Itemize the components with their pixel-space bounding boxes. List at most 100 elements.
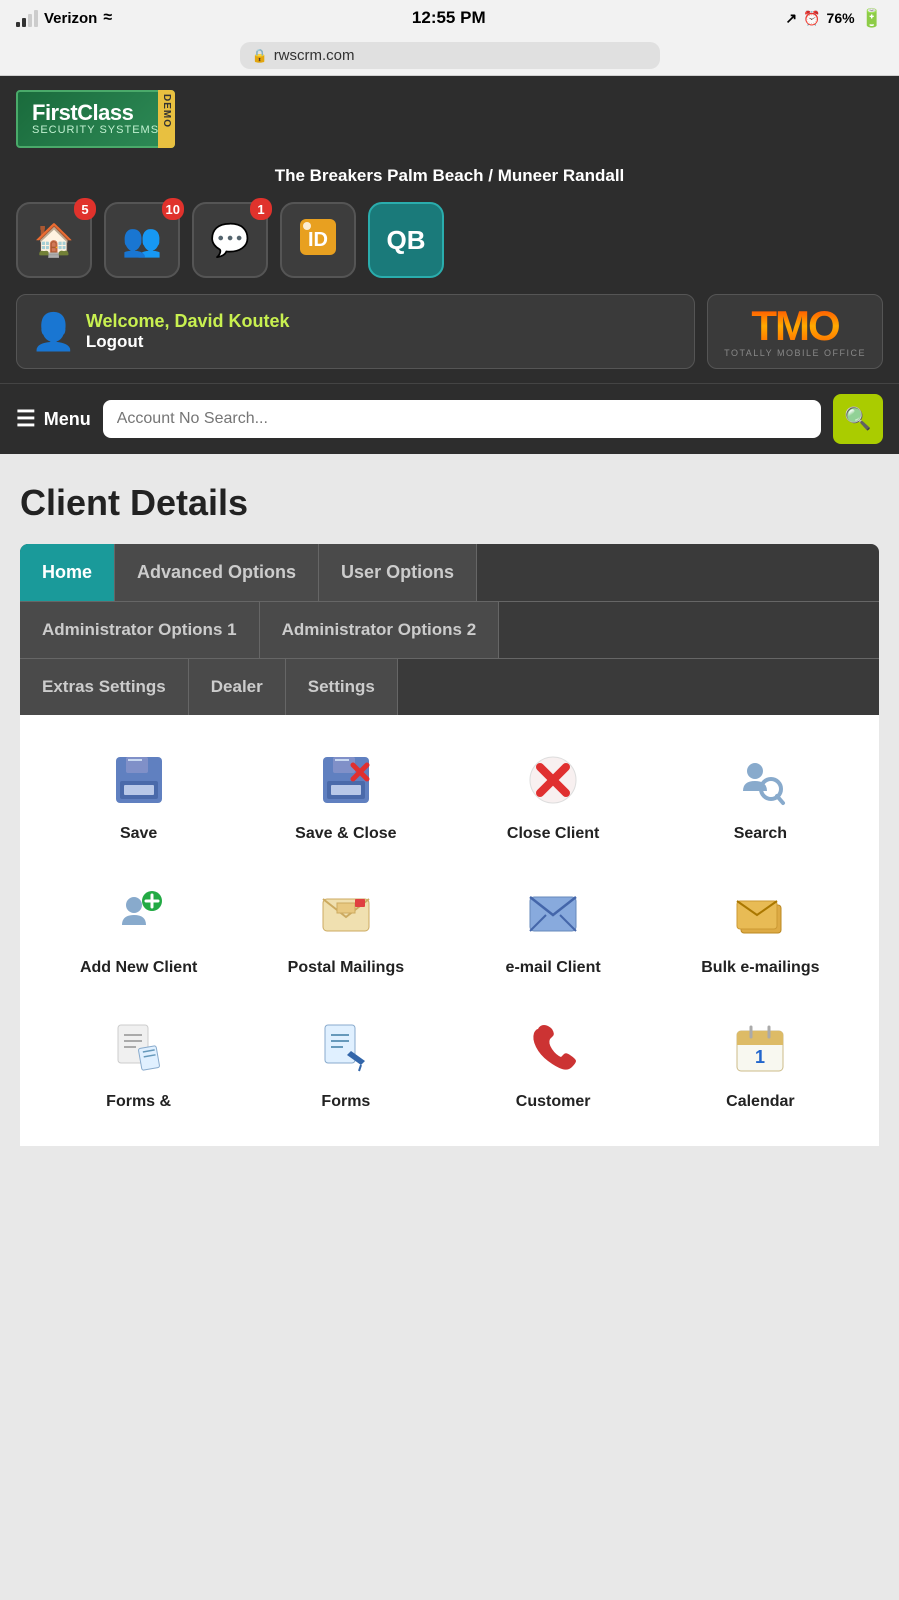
search-button[interactable]: 🔍: [833, 394, 883, 444]
logout-text[interactable]: Logout: [86, 332, 290, 352]
logo-text-sub: Security Systems: [32, 124, 159, 136]
icon-grid: 🏠 5 👥 10 💬 1 ID QB: [16, 202, 883, 278]
chat-badge: 1: [250, 198, 272, 220]
status-left: Verizon ≈: [16, 9, 112, 27]
action-save[interactable]: Save: [40, 735, 237, 859]
signal-bars: [16, 10, 38, 27]
chat-icon-btn[interactable]: 💬 1: [192, 202, 268, 278]
battery-label: 76%: [827, 10, 855, 26]
action-grid: Save Save: [40, 735, 859, 1126]
action-search[interactable]: Search: [662, 735, 859, 859]
tab-admin-options-2[interactable]: Administrator Options 2: [260, 602, 500, 658]
carrier-label: Verizon: [44, 10, 97, 27]
tmo-subtitle: TOTALLY MOBILE OFFICE: [724, 349, 866, 358]
action-forms[interactable]: Forms: [247, 1003, 444, 1127]
tabs-row-3: Extras Settings Dealer Settings: [20, 658, 879, 715]
action-postal-label: Postal Mailings: [288, 958, 404, 979]
action-calendar-label: Calendar: [726, 1092, 794, 1113]
tabs-row-1: Home Advanced Options User Options: [20, 544, 879, 601]
welcome-tmo-row: 👤 Welcome, David Koutek Logout TMO TOTAL…: [16, 294, 883, 369]
home-icon: 🏠: [34, 221, 74, 259]
action-calendar[interactable]: 1 Calendar: [662, 1003, 859, 1127]
welcome-text-group: Welcome, David Koutek Logout: [86, 311, 290, 352]
action-close-client[interactable]: Close Client: [455, 735, 652, 859]
close-client-icon: [526, 753, 580, 816]
svg-text:1: 1: [755, 1047, 765, 1067]
main-content: Client Details Home Advanced Options Use…: [0, 454, 899, 1166]
chat-icon: 💬: [210, 221, 250, 259]
tab-dealer[interactable]: Dealer: [189, 659, 286, 715]
qb-icon: QB: [387, 225, 426, 256]
action-add-new-client-label: Add New Client: [80, 958, 197, 979]
group-icon-btn[interactable]: 👥 10: [104, 202, 180, 278]
calendar-icon: 1: [733, 1021, 787, 1084]
home-badge: 5: [74, 198, 96, 220]
callerid-icon-btn[interactable]: ID: [280, 202, 356, 278]
action-email-label: e-mail Client: [506, 958, 601, 979]
save-close-icon: [319, 753, 373, 816]
customer-phone-icon: [526, 1021, 580, 1084]
battery-icon: 🔋: [861, 8, 883, 29]
logo-area: FirstClass Security Systems DEMO: [16, 90, 883, 148]
tmo-logo: TMO TOTALLY MOBILE OFFICE: [724, 305, 866, 358]
hamburger-icon: ☰: [16, 406, 36, 432]
tab-admin-options-1[interactable]: Administrator Options 1: [20, 602, 260, 658]
avatar-icon: 👤: [31, 311, 76, 353]
tab-extras-settings[interactable]: Extras Settings: [20, 659, 189, 715]
app-header: FirstClass Security Systems DEMO The Bre…: [0, 76, 899, 383]
add-client-icon: [112, 887, 166, 950]
tabs-container: Home Advanced Options User Options Admin…: [20, 544, 879, 1146]
postal-icon: [319, 887, 373, 950]
action-forms-pencil-label: Forms &: [106, 1092, 171, 1113]
action-bulk-label: Bulk e-mailings: [701, 958, 819, 979]
time-display: 12:55 PM: [412, 8, 486, 28]
location-icon: ↗: [785, 10, 797, 27]
tab-advanced-options[interactable]: Advanced Options: [115, 544, 319, 601]
home-icon-btn[interactable]: 🏠 5: [16, 202, 92, 278]
tab-home[interactable]: Home: [20, 544, 115, 601]
account-search-input[interactable]: [103, 400, 821, 438]
page-title: Client Details: [20, 482, 879, 524]
url-bar-inner[interactable]: 🔒 rwscrm.com: [240, 42, 660, 69]
lock-icon: 🔒: [252, 48, 268, 64]
action-add-new-client[interactable]: Add New Client: [40, 869, 237, 993]
action-save-close[interactable]: Save & Close: [247, 735, 444, 859]
tab-user-options[interactable]: User Options: [319, 544, 477, 601]
status-bar: Verizon ≈ 12:55 PM ↗ ⏰ 76% 🔋: [0, 0, 899, 36]
action-postal-mailings[interactable]: Postal Mailings: [247, 869, 444, 993]
search-person-icon: [733, 753, 787, 816]
menu-bar: ☰ Menu 🔍: [0, 383, 899, 454]
forms-icon: [319, 1021, 373, 1084]
menu-label: Menu: [44, 409, 91, 430]
action-forms-label: Forms: [321, 1092, 370, 1113]
action-bulk-emailings[interactable]: Bulk e-mailings: [662, 869, 859, 993]
action-save-close-label: Save & Close: [295, 824, 396, 845]
alarm-icon: ⏰: [803, 10, 820, 27]
url-bar: 🔒 rwscrm.com: [0, 36, 899, 76]
callerid-icon: ID: [297, 216, 339, 265]
welcome-name: Welcome, David Koutek: [86, 311, 290, 332]
action-panel: Save Save: [20, 715, 879, 1146]
tab-settings[interactable]: Settings: [286, 659, 398, 715]
tab-spacer: [398, 659, 879, 715]
search-icon: 🔍: [844, 406, 871, 432]
tmo-box: TMO TOTALLY MOBILE OFFICE: [707, 294, 883, 369]
logo-content: FirstClass Security Systems: [32, 102, 159, 136]
qb-icon-btn[interactable]: QB: [368, 202, 444, 278]
tmo-title: TMO: [751, 305, 838, 347]
welcome-box[interactable]: 👤 Welcome, David Koutek Logout: [16, 294, 695, 369]
action-customer-label: Customer: [516, 1092, 591, 1113]
bulk-email-icon: [733, 887, 787, 950]
group-badge: 10: [162, 198, 184, 220]
group-icon: 👥: [122, 221, 162, 259]
status-right: ↗ ⏰ 76% 🔋: [785, 8, 883, 29]
tabs-row-2: Administrator Options 1 Administrator Op…: [20, 601, 879, 658]
action-save-label: Save: [120, 824, 157, 845]
action-email-client[interactable]: e-mail Client: [455, 869, 652, 993]
action-forms-pencil[interactable]: Forms &: [40, 1003, 237, 1127]
action-customer[interactable]: Customer: [455, 1003, 652, 1127]
url-text: rwscrm.com: [274, 47, 355, 64]
menu-button[interactable]: ☰ Menu: [16, 406, 91, 432]
action-close-client-label: Close Client: [507, 824, 599, 845]
logo-box[interactable]: FirstClass Security Systems DEMO: [16, 90, 175, 148]
